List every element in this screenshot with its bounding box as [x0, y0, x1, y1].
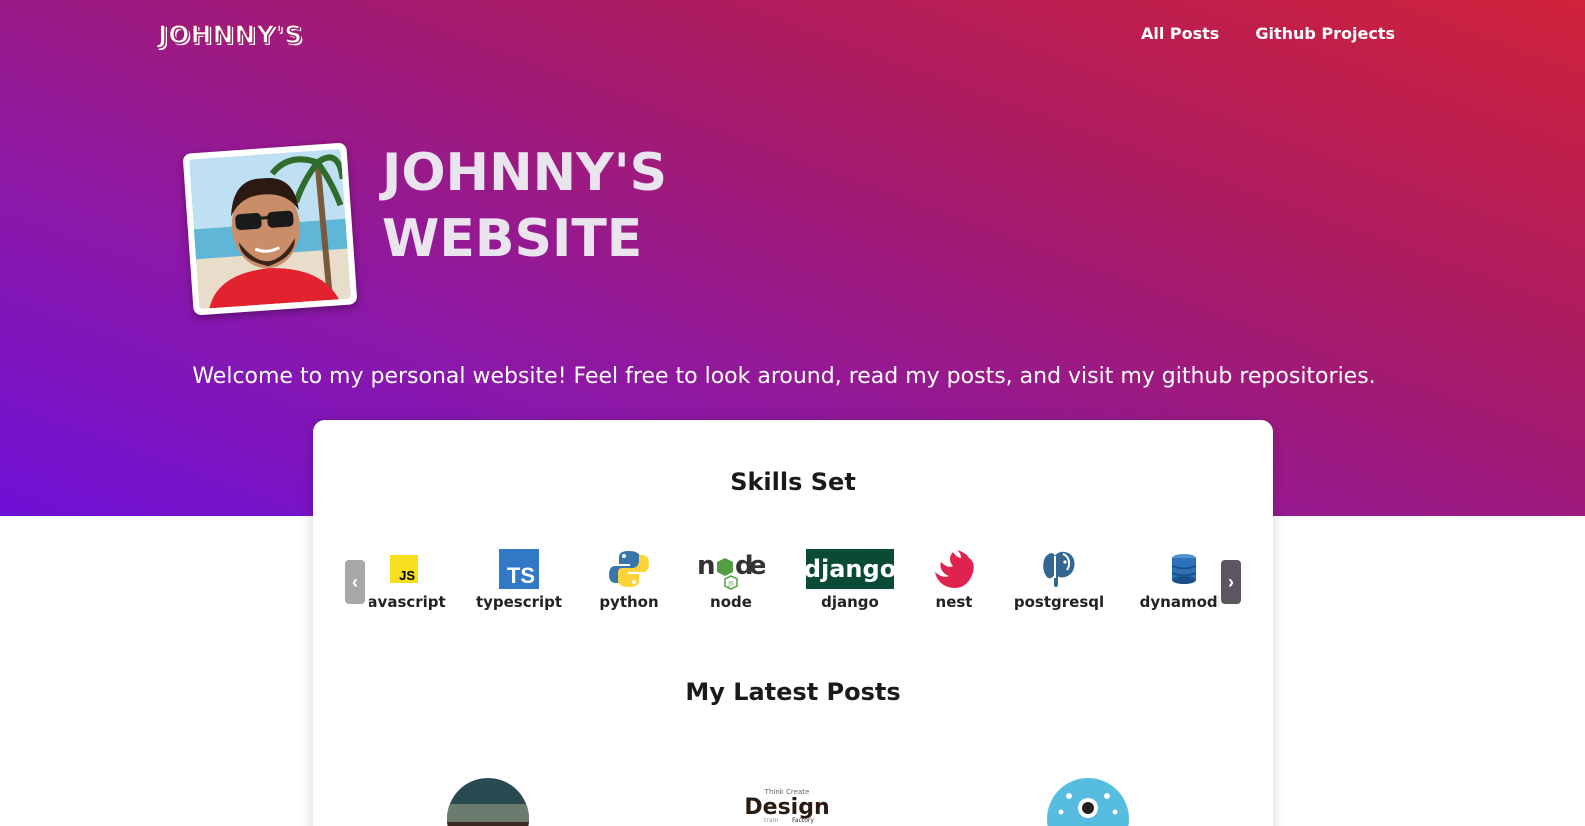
skill-item-python[interactable]: python: [599, 548, 659, 618]
skill-item-dynamodb[interactable]: dynamodb: [1139, 548, 1219, 618]
skills-carousel: JS javascript TS typescript python n d e…: [369, 548, 1219, 618]
skill-label: python: [599, 593, 659, 611]
skill-item-typescript[interactable]: TS typescript: [475, 548, 563, 618]
svg-text:django: django: [806, 555, 894, 583]
postgresql-icon: [1039, 548, 1079, 590]
skill-item-node[interactable]: n d e JS node: [696, 548, 766, 618]
skill-label: nest: [935, 593, 973, 611]
svg-text:n: n: [697, 551, 716, 581]
main-nav: All Posts Github Projects: [1141, 24, 1395, 43]
skill-label: dynamodb: [1139, 593, 1219, 611]
svg-text:TS: TS: [507, 563, 535, 588]
post-thumbnail-1[interactable]: [447, 778, 529, 826]
nav-link-all-posts[interactable]: All Posts: [1141, 24, 1219, 43]
page-title-line2: WEBSITE: [382, 209, 643, 269]
post-thumbnail-text: Design: [746, 795, 828, 820]
skill-label: node: [710, 593, 752, 611]
skill-item-nest[interactable]: nest: [929, 548, 979, 618]
skill-label: postgresql: [1013, 593, 1105, 611]
svg-text:tram: tram: [764, 817, 778, 824]
python-icon: [609, 548, 649, 590]
node-icon: n d e JS: [697, 548, 765, 590]
nest-icon: [933, 548, 975, 590]
svg-text:Factory: Factory: [792, 817, 814, 824]
page-title: JOHNNY'S WEBSITE: [382, 140, 667, 272]
django-icon: django: [806, 548, 894, 590]
avatar-frame: [182, 142, 358, 316]
carousel-next-button[interactable]: ›: [1221, 560, 1241, 604]
page-title-line1: JOHNNY'S: [382, 143, 668, 203]
site-logo[interactable]: JOHNNY'S: [157, 19, 303, 50]
svg-text:e: e: [749, 551, 765, 581]
post-thumbnail-design[interactable]: Think Create Design tram Factory: [746, 778, 828, 826]
skill-item-django[interactable]: django django: [805, 548, 895, 618]
avatar: [188, 148, 352, 310]
posts-section-title: My Latest Posts: [685, 678, 901, 706]
skills-section-title: Skills Set: [730, 468, 856, 496]
content-card: Skills Set ‹ JS javascript TS typescript: [313, 420, 1273, 826]
skill-label: django: [821, 593, 879, 611]
typescript-icon: TS: [499, 548, 539, 590]
post-thumbnail-3[interactable]: [1047, 778, 1129, 826]
svg-text:JS: JS: [399, 568, 415, 583]
chevron-left-icon: ‹: [352, 571, 358, 592]
carousel-prev-button[interactable]: ‹: [345, 560, 365, 604]
dynamodb-icon: [1170, 548, 1198, 590]
skill-item-javascript[interactable]: JS javascript: [369, 548, 446, 618]
skill-label: javascript: [369, 593, 446, 611]
chevron-right-icon: ›: [1228, 571, 1234, 592]
skill-label: typescript: [475, 593, 563, 611]
skill-item-postgresql[interactable]: postgresql: [1014, 548, 1104, 618]
javascript-icon: JS: [390, 548, 418, 590]
svg-text:JS: JS: [727, 581, 734, 588]
nav-link-github-projects[interactable]: Github Projects: [1255, 24, 1395, 43]
welcome-text: Welcome to my personal website! Feel fre…: [192, 364, 1376, 389]
